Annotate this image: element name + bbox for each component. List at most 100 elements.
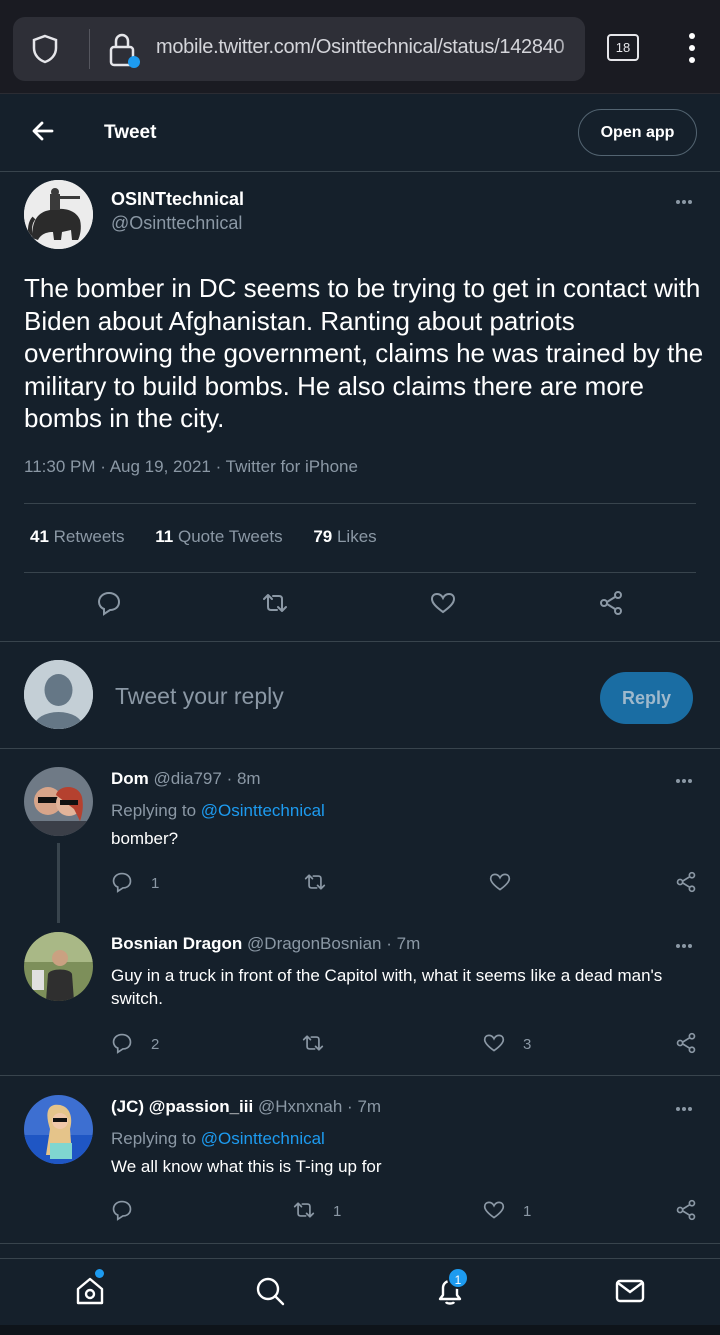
quotes-count: 11 (155, 527, 174, 546)
likes-stat[interactable]: 79 Likes (313, 527, 376, 546)
reply-tweet[interactable]: Dom @dia797 · 8m Replying to @Osinttechn… (0, 749, 720, 923)
tweet-text: The bomber in DC seems to be trying to g… (24, 273, 704, 433)
more-options-icon[interactable] (676, 200, 696, 206)
reply-author-handle[interactable]: @dia797 (154, 769, 222, 788)
browser-menu-icon[interactable] (682, 30, 702, 70)
retweets-label: Retweets (53, 527, 125, 546)
reply-header: Dom @dia797 · 8m (111, 769, 261, 789)
reply-tweet[interactable]: (JC) @passion_iii @Hxnxnah · 7m Replying… (0, 1077, 720, 1244)
reply-count: 1 (151, 875, 160, 892)
reply-time[interactable]: 7m (357, 1097, 381, 1116)
address-bar[interactable]: mobile.twitter.com/Osinttechnical/status… (13, 17, 585, 81)
divider (24, 572, 696, 573)
reply-author-name[interactable]: (JC) @passion_iii (111, 1097, 253, 1116)
like-icon[interactable] (483, 1199, 505, 1221)
retweet-count: 1 (333, 1203, 342, 1220)
bottom-navigation: 1 (0, 1258, 720, 1335)
more-options-icon[interactable] (676, 779, 696, 785)
quote-tweets-stat[interactable]: 11 Quote Tweets (155, 527, 282, 546)
replying-to-prefix: Replying to (111, 801, 197, 820)
author-name[interactable]: OSINTtechnical (111, 189, 244, 210)
reply-tweet[interactable]: Bosnian Dragon @DragonBosnian · 7m Guy i… (0, 914, 720, 1076)
likes-count: 79 (313, 527, 333, 546)
reply-icon[interactable] (111, 1199, 133, 1221)
tweet-date[interactable]: Aug 19, 2021 (110, 457, 211, 476)
reply-text: Guy in a truck in front of the Capitol w… (111, 966, 663, 1008)
reply-input[interactable]: Tweet your reply (115, 683, 284, 710)
replying-to-link[interactable]: @Osinttechnical (201, 801, 325, 820)
reply-author-name[interactable]: Bosnian Dragon (111, 934, 242, 953)
author-handle[interactable]: @Osinttechnical (111, 213, 242, 234)
tweet-stats: 41 Retweets 11 Quote Tweets 79 Likes (30, 527, 403, 547)
likes-label: Likes (336, 527, 377, 546)
home-icon[interactable] (74, 1275, 106, 1307)
url-text[interactable]: mobile.twitter.com/Osinttechnical/status… (156, 36, 565, 59)
meta-separator: · (347, 1097, 358, 1116)
woman-photo (24, 1095, 93, 1164)
reply-icon[interactable] (111, 1032, 133, 1054)
reply-author-handle[interactable]: @DragonBosnian (247, 934, 381, 953)
meta-separator: · (215, 457, 226, 476)
user-avatar[interactable] (24, 660, 93, 729)
home-unread-dot (95, 1269, 104, 1278)
retweets-stat[interactable]: 41 Retweets (30, 527, 125, 546)
notification-badge: 1 (447, 1267, 469, 1289)
like-icon[interactable] (489, 871, 511, 893)
reply-header: Bosnian Dragon @DragonBosnian · 7m (111, 934, 420, 954)
avatar[interactable] (24, 180, 93, 249)
shield-icon[interactable] (29, 33, 61, 65)
url-fade (555, 17, 585, 81)
tweet-time[interactable]: 11:30 PM (24, 457, 96, 476)
tweet-source[interactable]: Twitter for iPhone (226, 457, 358, 476)
elephant-rider-image (24, 180, 93, 249)
share-icon[interactable] (675, 871, 697, 893)
avatar[interactable] (24, 1095, 93, 1164)
replying-to-link[interactable]: @Osinttechnical (201, 1129, 325, 1148)
browser-toolbar: mobile.twitter.com/Osinttechnical/status… (0, 0, 720, 94)
meta-separator: · (386, 934, 397, 953)
divider (24, 503, 696, 504)
meta-separator: · (100, 457, 110, 476)
like-count: 3 (523, 1036, 532, 1053)
default-avatar-icon (24, 660, 93, 729)
share-icon[interactable] (598, 590, 624, 616)
reply-actions: 1 1 (0, 1199, 720, 1229)
open-app-button[interactable]: Open app (578, 109, 697, 156)
address-bar-divider (89, 29, 90, 69)
retweet-icon[interactable] (262, 590, 288, 616)
retweet-icon[interactable] (301, 1032, 325, 1054)
lock-icon[interactable] (107, 31, 141, 69)
more-options-icon[interactable] (676, 1107, 696, 1113)
avatar[interactable] (24, 932, 93, 1001)
share-icon[interactable] (675, 1032, 697, 1054)
reply-author-name[interactable]: Dom (111, 769, 149, 788)
reply-composer: Tweet your reply Reply (0, 641, 720, 749)
man-photo (24, 932, 93, 1001)
page-header: Tweet Open app (0, 94, 720, 172)
meta-separator: · (226, 769, 237, 788)
reply-time[interactable]: 8m (237, 769, 261, 788)
more-options-icon[interactable] (676, 944, 696, 950)
reply-actions: 1 (0, 871, 720, 901)
like-icon[interactable] (430, 590, 456, 616)
tweet-meta: 11:30 PM · Aug 19, 2021 · Twitter for iP… (24, 457, 358, 477)
reply-icon[interactable] (111, 871, 133, 893)
reply-icon[interactable] (96, 590, 122, 616)
reply-author-handle[interactable]: @Hxnxnah (258, 1097, 342, 1116)
like-icon[interactable] (483, 1032, 505, 1054)
replying-to: Replying to @Osinttechnical (111, 801, 325, 821)
search-icon[interactable] (254, 1275, 286, 1307)
page-title: Tweet (104, 122, 157, 143)
share-icon[interactable] (675, 1199, 697, 1221)
reply-time[interactable]: 7m (397, 934, 421, 953)
retweet-icon[interactable] (303, 871, 327, 893)
replying-to-prefix: Replying to (111, 1129, 197, 1148)
avatar[interactable] (24, 767, 93, 836)
back-arrow-icon[interactable] (28, 116, 58, 146)
retweet-icon[interactable] (292, 1199, 316, 1221)
reply-button[interactable]: Reply (600, 672, 693, 724)
mail-icon[interactable] (614, 1275, 646, 1307)
tab-switcher-button[interactable]: 18 (607, 34, 639, 61)
couple-photo (24, 767, 93, 836)
like-count: 1 (523, 1203, 532, 1220)
